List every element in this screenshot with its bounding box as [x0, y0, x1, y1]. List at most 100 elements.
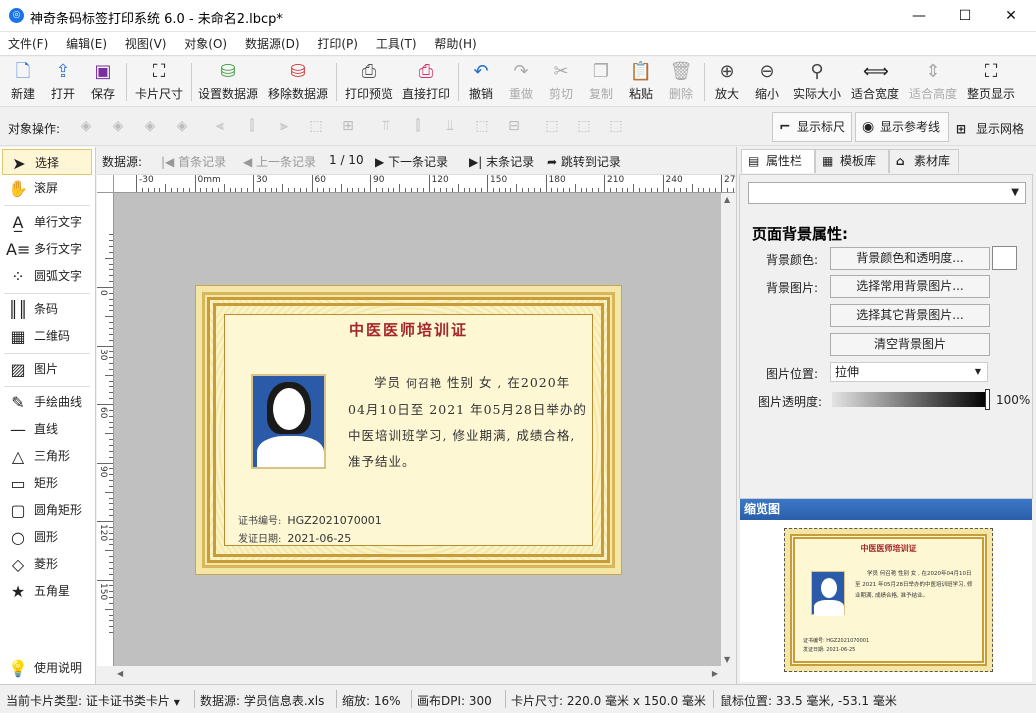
ruler-major-tick	[428, 175, 430, 192]
tool-freehand[interactable]: ✎ 手绘曲线	[2, 389, 92, 415]
zoom-in-button[interactable]: ⊕ 放大	[710, 59, 744, 105]
tool-round-rect[interactable]: ▢ 圆角矩形	[2, 497, 92, 523]
issue-date[interactable]: 发证日期: 2021-06-25	[238, 530, 351, 545]
open-button[interactable]: ⇪ 打开	[46, 59, 80, 105]
actual-size-button[interactable]: ⚲ 实际大小	[790, 59, 844, 105]
zoom-out-button[interactable]: ⊖ 缩小	[750, 59, 784, 105]
thumbnail-photo	[811, 571, 845, 616]
fit-width-button[interactable]: ⟺ 适合宽度	[848, 59, 902, 105]
menu-view[interactable]: 视图(V)	[119, 32, 173, 56]
object-select-dropdown[interactable]: ▼	[748, 182, 1026, 204]
delete-button[interactable]: 🗑 删除	[664, 59, 698, 105]
new-button[interactable]: 🗋 新建	[6, 59, 40, 105]
card-size-button[interactable]: ⛶ 卡片尺寸	[132, 59, 186, 105]
next-record-button[interactable]: ▶ 下一条记录	[375, 153, 448, 170]
align-middle-icon[interactable]: ⫿	[408, 118, 428, 136]
tool-star[interactable]: ★ 五角星	[2, 578, 92, 604]
remove-datasource-button[interactable]: ⛁ 移除数据源	[266, 59, 330, 105]
maximize-button[interactable]: ☐	[942, 0, 988, 32]
bg-color-swatch[interactable]	[992, 246, 1017, 270]
show-grid-toggle[interactable]: ⊞ 显示网格	[956, 120, 1024, 137]
tool-qrcode[interactable]: ▦ 二维码	[2, 323, 92, 349]
minimize-button[interactable]: —	[896, 0, 942, 32]
menu-file[interactable]: 文件(F)	[2, 32, 54, 56]
tool-circle[interactable]: ○ 圆形	[2, 524, 92, 550]
redo-button[interactable]: ↷ 重做	[504, 59, 538, 105]
align-bottom-icon[interactable]: ⫫	[440, 118, 460, 136]
tool-arc-text[interactable]: ⁘ 圆弧文字	[2, 263, 92, 289]
menu-object[interactable]: 对象(O)	[178, 32, 233, 56]
opacity-slider-thumb[interactable]	[985, 389, 990, 410]
vertical-scrollbar[interactable]: ▲ ▼	[721, 193, 735, 666]
prev-record-button[interactable]: ◀ 上一条记录	[243, 153, 316, 170]
align-top-icon[interactable]: ⫪	[376, 118, 396, 136]
group-icon[interactable]: ⬚	[542, 118, 562, 136]
close-button[interactable]: ✕	[988, 0, 1034, 32]
choose-other-bg-button[interactable]: 选择其它背景图片...	[830, 304, 990, 327]
paste-button[interactable]: 📋 粘贴	[624, 59, 658, 105]
same-width-icon[interactable]: ⬚	[306, 118, 326, 136]
show-guides-toggle[interactable]: ◉ 显示参考线	[855, 112, 949, 142]
bg-color-button[interactable]: 背景颜色和透明度...	[830, 247, 990, 270]
certificate-title[interactable]: 中医医师培训证	[196, 319, 621, 340]
layer-down-icon[interactable]: ◈	[140, 118, 160, 136]
tool-single-text[interactable]: A̲ 单行文字	[2, 209, 92, 235]
layer-bottom-icon[interactable]: ◈	[172, 118, 192, 136]
help-button[interactable]: 💡 使用说明	[2, 655, 92, 681]
show-ruler-toggle[interactable]: ⌐ 显示标尺	[772, 112, 852, 142]
student-photo[interactable]	[251, 374, 326, 469]
clear-bg-button[interactable]: 清空背景图片	[830, 333, 990, 356]
tool-triangle[interactable]: △ 三角形	[2, 443, 92, 469]
align-right-icon[interactable]: ⫸	[274, 118, 294, 136]
bank-icon: ⌂	[896, 154, 905, 168]
fit-height-button[interactable]: ⇕ 适合高度	[906, 59, 960, 105]
certificate-number[interactable]: 证书编号: HGZ2021070001	[238, 512, 382, 527]
direct-print-button[interactable]: ⎙ 直接打印	[400, 59, 452, 105]
lock-icon[interactable]: ⬚	[606, 118, 626, 136]
thumbnail-preview[interactable]: 中医医师培训证 学员 何召艳 性别 女 , 在2020年04月10日至 2021…	[740, 520, 1032, 682]
opacity-slider[interactable]	[832, 392, 988, 407]
print-preview-button[interactable]: ⎙ 打印预览	[342, 59, 396, 105]
first-record-button[interactable]: |◀ 首条记录	[161, 153, 226, 170]
layer-top-icon[interactable]: ◈	[108, 118, 128, 136]
certificate-card[interactable]: 中医医师培训证 学员 何召艳 性别 女 , 在2020年04月10日至 2021…	[195, 285, 622, 575]
menu-print[interactable]: 打印(P)	[311, 32, 364, 56]
image-position-select[interactable]: 拉伸 ▼	[830, 362, 988, 382]
tab-templates[interactable]: ▦ 模板库	[815, 149, 889, 173]
choose-common-bg-button[interactable]: 选择常用背景图片...	[830, 275, 990, 298]
rounded-rectangle-icon: ▢	[10, 500, 26, 520]
last-record-button[interactable]: ▶| 末条记录	[469, 153, 534, 170]
layer-up-icon[interactable]: ◈	[76, 118, 96, 136]
menu-edit[interactable]: 编辑(E)	[60, 32, 113, 56]
same-height-icon[interactable]: ⬚	[472, 118, 492, 136]
menu-tools[interactable]: 工具(T)	[370, 32, 423, 56]
cut-button[interactable]: ✂ 剪切	[544, 59, 578, 105]
tool-select[interactable]: ➤ 选择	[2, 149, 92, 175]
h-distribute-icon[interactable]: ⊞	[338, 118, 358, 136]
undo-button[interactable]: ↶ 撤销	[464, 59, 498, 105]
tab-assets[interactable]: ⌂ 素材库	[889, 149, 959, 173]
certificate-body-text[interactable]: 学员 何召艳 性别 女 , 在2020年04月10日至 2021 年05月28日…	[348, 370, 588, 475]
jump-record-button[interactable]: ➦ 跳转到记录	[547, 153, 621, 170]
menu-help[interactable]: 帮助(H)	[428, 32, 482, 56]
menu-datasource[interactable]: 数据源(D)	[239, 32, 306, 56]
ungroup-icon[interactable]: ⬚	[574, 118, 594, 136]
set-datasource-button[interactable]: ⛁ 设置数据源	[196, 59, 260, 105]
ruler-minor-tick	[109, 450, 113, 452]
tool-line[interactable]: — 直线	[2, 416, 92, 442]
tab-properties[interactable]: ▤ 属性栏	[741, 149, 815, 173]
save-button[interactable]: ▣ 保存	[86, 59, 120, 105]
tool-image[interactable]: ▨ 图片	[2, 356, 92, 382]
tool-rect[interactable]: ▭ 矩形	[2, 470, 92, 496]
align-center-icon[interactable]: ⫿	[242, 118, 262, 136]
tool-diamond[interactable]: ◇ 菱形	[2, 551, 92, 577]
align-left-icon[interactable]: ⫷	[210, 118, 230, 136]
horizontal-scrollbar[interactable]: ◀ ▶	[114, 666, 721, 683]
tool-multi-text[interactable]: A≡ 多行文字	[2, 236, 92, 262]
copy-button[interactable]: ❐ 复制	[584, 59, 618, 105]
tool-pan[interactable]: ✋ 滚屏	[2, 175, 92, 201]
v-distribute-icon[interactable]: ⊟	[504, 118, 524, 136]
status-card-type[interactable]: 当前卡片类型: 证卡证书类卡片 ▼	[6, 692, 180, 709]
tool-barcode[interactable]: ║║ 条码	[2, 296, 92, 322]
fit-page-button[interactable]: ⛶ 整页显示	[964, 59, 1018, 105]
